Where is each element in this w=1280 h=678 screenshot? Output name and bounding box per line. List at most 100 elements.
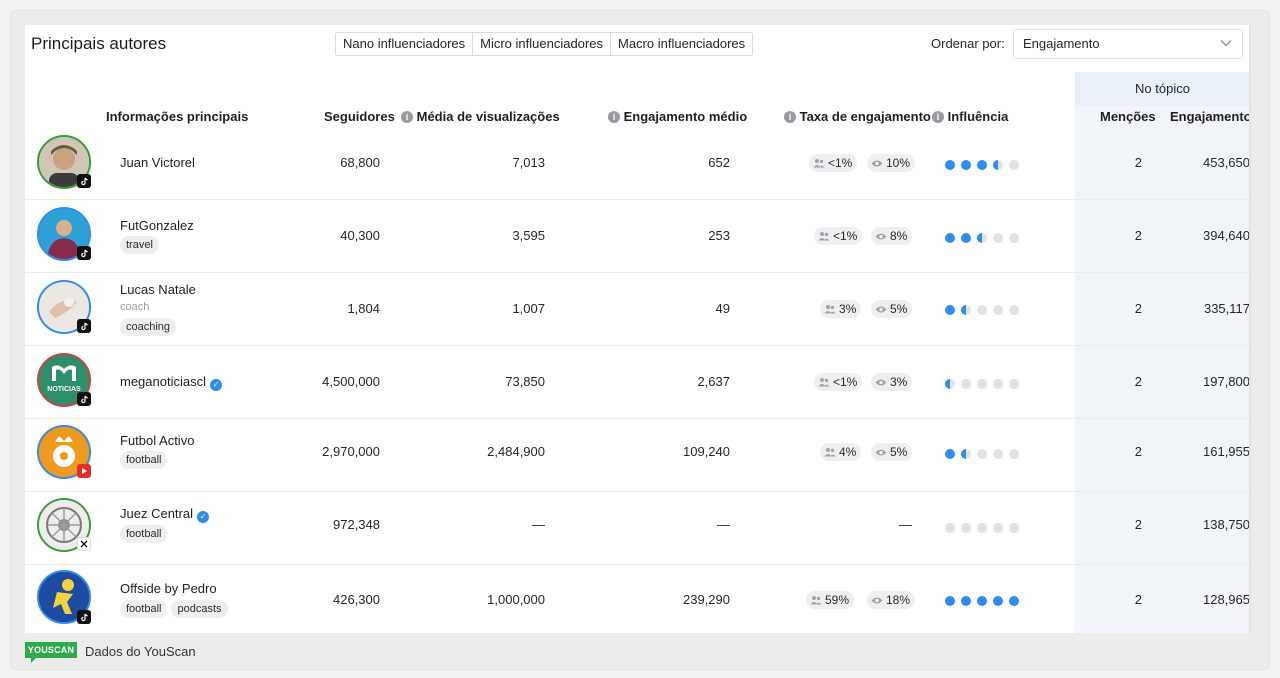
influence-dot [993,379,1003,389]
influence-dot [1009,523,1019,533]
table-row[interactable]: Offside by Pedro football podcasts 426,30… [25,565,1250,633]
author-name[interactable]: FutGonzalez [120,218,194,233]
table-row[interactable]: NOTICIAS meganoticiascl ✓ 4,500,000 73,85… [25,346,1250,419]
influence-dot [1009,160,1019,170]
info-icon[interactable]: i [932,111,944,123]
followers-value: 426,300 [333,592,380,607]
table-row[interactable]: Juez Central ✓ football 972,348 — — — 2 1… [25,492,1250,565]
author-name[interactable]: Offside by Pedro [120,581,217,596]
influence-dots [945,305,1019,315]
influence-dots [945,596,1019,606]
tag-list: football [120,451,168,469]
author-name[interactable]: Juan Victorel [120,155,195,170]
eye-icon [875,306,887,312]
topic-engagement-value: 138,750 [1203,517,1250,532]
influence-dot [945,596,955,606]
segment-nano[interactable]: Nano influenciadores [336,33,474,55]
influence-dot [961,379,971,389]
eye-icon [875,379,887,385]
views-value: 1,007 [512,301,545,316]
influence-dot [977,233,987,243]
influence-dot [977,449,987,459]
top-authors-card: Principais autores Nano influenciadores … [25,25,1250,633]
author-name[interactable]: meganoticiascl ✓ [120,374,222,391]
people-icon [818,378,830,387]
influence-dot [961,305,971,315]
rate-followers-pill: 4% [820,443,862,461]
header-rate[interactable]: i Taxa de engajamento [784,109,931,124]
footer-credit: Dados do YouScan [85,644,196,659]
tag[interactable]: podcasts [171,600,228,618]
tag[interactable]: football [120,600,168,618]
influence-dot [977,523,987,533]
rate-followers-pill: <1% [809,154,858,172]
engagement-value: 109,240 [683,444,730,459]
influence-dot [993,449,1003,459]
tag-list: coaching [120,318,177,336]
tag[interactable]: travel [120,236,159,254]
topic-engagement-value: 128,965 [1203,592,1250,607]
author-name[interactable]: Futbol Activo [120,433,194,448]
rate-views-pill: 5% [871,443,913,461]
rate-views-pill: 10% [867,154,916,172]
header-views[interactable]: i Média de visualizações [401,109,560,124]
influence-dot [945,233,955,243]
influence-dot [961,523,971,533]
followers-value: 972,348 [333,517,380,532]
info-icon[interactable]: i [608,111,620,123]
topic-engagement-value: 394,640 [1203,228,1250,243]
table-row[interactable]: FutGonzalez travel 40,300 3,595 253 <1% … [25,200,1250,273]
table-row[interactable]: Juan Victorel 68,800 7,013 652 <1% 10% 2… [25,127,1250,200]
influence-dot [961,449,971,459]
sort-label: Ordenar por: [931,36,1005,51]
tiktok-icon [77,392,91,406]
followers-value: 40,300 [340,228,380,243]
influence-dot [961,160,971,170]
people-icon [824,305,836,314]
influence-dot [961,596,971,606]
topic-group-title: No tópico [1135,81,1190,96]
followers-value: 1,804 [347,301,380,316]
people-icon [810,596,822,605]
rate-views-pill: 3% [871,373,913,391]
tag[interactable]: football [120,525,168,543]
views-value: 7,013 [512,155,545,170]
rate-value: — [899,517,912,532]
segment-micro[interactable]: Micro influenciadores [473,33,611,55]
tiktok-icon [77,610,91,624]
header-topic-engagement: Engajamento [1170,109,1250,124]
influencer-segment-control: Nano influenciadores Micro influenciador… [335,32,754,56]
verified-badge-icon: ✓ [210,379,222,391]
topic-engagement-value: 197,800 [1203,374,1250,389]
followers-value: 4,500,000 [322,374,380,389]
topic-engagement-value: 335,117 [1203,301,1250,316]
views-value: 73,850 [505,374,545,389]
sort-select[interactable]: Engajamento [1013,29,1243,59]
eye-icon [875,233,887,239]
influence-dots [945,449,1019,459]
mentions-value: 2 [1134,301,1142,316]
tiktok-icon [77,246,91,260]
influence-dot [977,160,987,170]
table-row[interactable]: Futbol Activo football 2,970,000 2,484,9… [25,419,1250,492]
influence-dot [945,449,955,459]
tag[interactable]: coaching [120,318,177,336]
influence-dots [945,160,1019,170]
info-icon[interactable]: i [784,111,796,123]
header-influence[interactable]: i Influência [932,109,1008,124]
author-name[interactable]: Juez Central ✓ [120,506,209,523]
author-name[interactable]: Lucas Natale [120,282,196,297]
influence-dot [993,523,1003,533]
header-engagement[interactable]: i Engajamento médio [608,109,747,124]
views-value: — [532,517,545,532]
info-icon[interactable]: i [401,111,413,123]
table-row[interactable]: Lucas Natale coach coaching 1,804 1,007 … [25,273,1250,346]
influence-dot [993,596,1003,606]
svg-text:NOTICIAS: NOTICIAS [47,386,81,393]
people-icon [813,159,825,168]
engagement-value: 49 [715,301,730,316]
tag[interactable]: football [120,451,168,469]
segment-macro[interactable]: Macro influenciadores [610,33,753,55]
rate-followers-pill: <1% [814,373,863,391]
people-icon [818,232,830,241]
